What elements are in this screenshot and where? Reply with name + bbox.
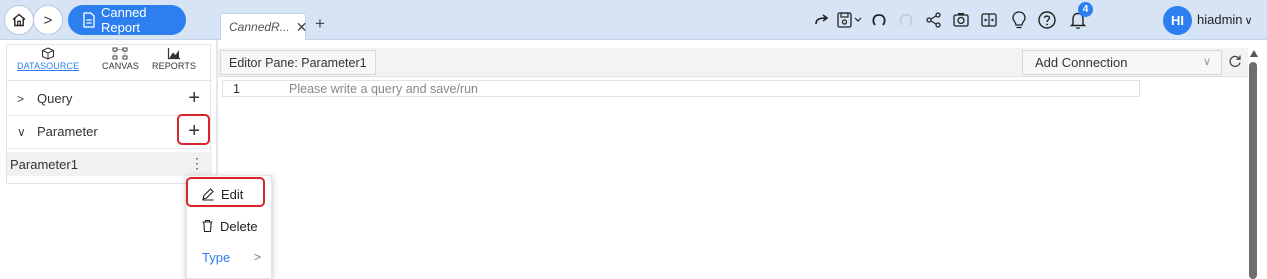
- parameter-item-label: Parameter1: [10, 156, 78, 172]
- datasource-tabs: DATASOURCE CANVAS REPORTS: [7, 45, 212, 81]
- query-placeholder: Please write a query and save/run: [289, 81, 478, 96]
- layout-toggle-icon[interactable]: [980, 8, 998, 32]
- tab-canvas-label: CANVAS: [102, 61, 139, 71]
- chart-icon: [167, 48, 181, 60]
- lightbulb-icon[interactable]: [1010, 8, 1028, 32]
- help-icon[interactable]: [1037, 8, 1057, 32]
- close-icon[interactable]: ✕: [296, 19, 308, 36]
- avatar[interactable]: HI: [1163, 6, 1192, 35]
- chevron-right-icon: >: [17, 91, 25, 106]
- list-item-parameter1[interactable]: Parameter1 ⋮: [7, 152, 212, 176]
- tab-canvas[interactable]: CANVAS: [102, 47, 139, 71]
- add-tab-button[interactable]: +: [315, 14, 325, 34]
- home-button[interactable]: [4, 5, 34, 35]
- query-editor-line[interactable]: 1 Please write a query and save/run: [222, 80, 1140, 97]
- report-label: Canned Report: [101, 5, 147, 35]
- canned-report-breadcrumb[interactable]: Canned Report: [68, 5, 186, 35]
- menu-item-delete-label: Delete: [220, 218, 258, 234]
- chevron-down-icon: ∨: [17, 124, 26, 139]
- tree-item-query-label: Query: [37, 91, 73, 106]
- tab-reports-label: REPORTS: [152, 61, 197, 71]
- menu-item-type[interactable]: Type >: [187, 244, 273, 270]
- chevron-down-icon: ∨: [1244, 15, 1253, 27]
- tab-datasource[interactable]: DATASOURCE: [17, 47, 79, 71]
- tab-canned-report[interactable]: CannedR... ✕: [220, 13, 308, 40]
- menu-item-delete[interactable]: Delete: [187, 213, 273, 239]
- trash-icon: [202, 219, 213, 233]
- canvas-icon: [113, 47, 128, 60]
- top-bar: > Canned Report CannedR... ✕ + 4 HI hiad…: [0, 0, 1267, 40]
- chevron-right-icon: >: [43, 11, 53, 29]
- report-file-icon: [83, 12, 95, 28]
- editor-pane-title: Editor Pane: Parameter1: [220, 50, 376, 75]
- menu-item-type-label: Type: [202, 249, 231, 265]
- line-number: 1: [233, 81, 240, 96]
- tree-item-parameter-label: Parameter: [37, 124, 98, 139]
- share-icon[interactable]: [925, 8, 943, 32]
- highlight-add-parameter: [177, 114, 210, 145]
- share-arrow-icon[interactable]: [813, 8, 831, 32]
- add-connection-select[interactable]: Add Connection ∨: [1022, 50, 1222, 75]
- breadcrumb-arrow[interactable]: >: [33, 5, 63, 35]
- add-query-icon[interactable]: +: [188, 88, 200, 108]
- highlight-edit: [186, 177, 265, 207]
- notifications-button[interactable]: 4: [1069, 2, 1093, 32]
- scroll-up-arrow-icon[interactable]: [1250, 50, 1258, 57]
- tab-label: CannedR...: [229, 20, 290, 34]
- home-icon: [12, 13, 26, 27]
- vertical-scrollbar[interactable]: [1249, 62, 1257, 279]
- refresh-connection-icon[interactable]: [1228, 54, 1242, 72]
- kebab-menu-icon[interactable]: ⋮: [190, 155, 204, 172]
- editor-header: Editor Pane: Parameter1 Add Connection ∨: [218, 48, 1248, 77]
- refresh-disabled-icon: [897, 8, 915, 32]
- connection-placeholder: Add Connection: [1035, 55, 1128, 70]
- chevron-down-icon: ∨: [1202, 56, 1211, 68]
- cube-icon: [42, 47, 55, 60]
- tree-item-query[interactable]: > Query +: [7, 82, 212, 116]
- save-icon[interactable]: [836, 8, 866, 32]
- tab-reports[interactable]: REPORTS: [152, 47, 196, 71]
- username-label: hiadmin: [1197, 12, 1243, 27]
- tab-datasource-label: DATASOURCE: [17, 61, 80, 71]
- redo-icon[interactable]: [870, 8, 888, 32]
- user-menu[interactable]: hiadmin ∨: [1197, 12, 1253, 27]
- snapshot-icon[interactable]: [952, 8, 970, 32]
- chevron-right-icon: >: [253, 250, 261, 264]
- notification-badge: 4: [1078, 2, 1093, 17]
